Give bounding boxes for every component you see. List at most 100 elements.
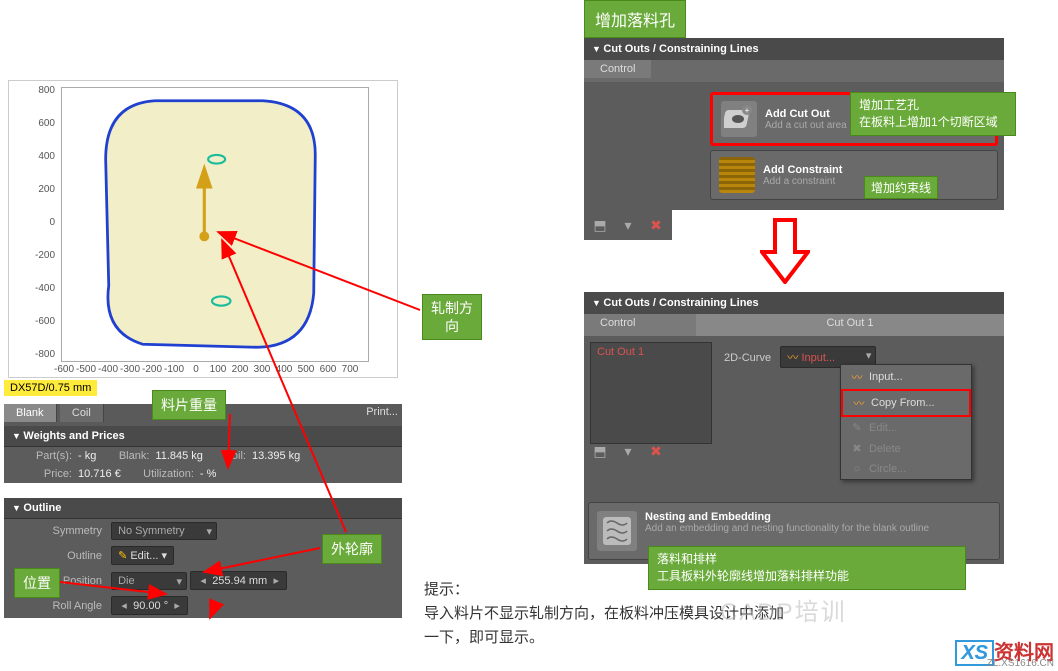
nesting-title: Nesting and Embedding	[645, 511, 771, 523]
y-tick: 600	[19, 118, 55, 129]
rollangle-value: 90.00 °	[133, 600, 168, 612]
spin-down-icon[interactable]: ◂	[118, 599, 130, 612]
callout-blank-weight: 料片重量	[152, 390, 226, 420]
nesting-icon	[597, 511, 637, 551]
outline-header[interactable]: Outline	[4, 498, 402, 519]
symmetry-label: Symmetry	[12, 525, 102, 537]
y-tick: 800	[19, 85, 55, 96]
blank-value: 11.845 kg	[155, 450, 203, 462]
coil-value: 13.395 kg	[252, 450, 300, 462]
position-combo[interactable]: Die	[111, 572, 187, 590]
callout-title: 落料和排样	[657, 552, 717, 566]
dropdown-icon[interactable]: ▾	[616, 214, 640, 236]
util-value: - %	[200, 468, 217, 480]
add-constraint-subtitle: Add a constraint	[763, 176, 842, 187]
pencil-icon: ✎	[849, 421, 865, 434]
curve-icon: 〰	[851, 395, 867, 411]
tab-cutout1[interactable]: Cut Out 1	[696, 314, 1004, 336]
x-tick: 700	[335, 364, 365, 375]
symmetry-combo[interactable]: No Symmetry	[111, 522, 217, 540]
outline-label: Outline	[12, 550, 102, 562]
toggle-icon[interactable]: ⬒	[588, 440, 612, 462]
print-button[interactable]: Print...	[366, 406, 398, 418]
weights-prices-header[interactable]: Weights and Prices	[4, 426, 402, 447]
hint-line: 提示：	[424, 581, 469, 598]
weights-prices-panel: Weights and Prices Part(s): - kg Blank: 11…	[4, 426, 402, 483]
menu-circle: ○ Circle...	[841, 459, 971, 479]
cutouts-header-2[interactable]: Cut Outs / Constraining Lines	[584, 292, 1004, 314]
add-cutout-icon: +	[721, 101, 757, 137]
y-tick: -400	[19, 283, 55, 294]
blank-label: Blank:	[99, 450, 149, 462]
y-tick: 200	[19, 184, 55, 195]
tab-control-2[interactable]: Control	[584, 314, 696, 336]
nesting-subtitle: Add an embedding and nesting functionali…	[645, 523, 929, 534]
callout-add-blanking-hole: 增加落料孔	[584, 0, 686, 38]
menu-input[interactable]: 〰 Input...	[841, 365, 971, 389]
price-value: 10.716 €	[78, 468, 121, 480]
2dcurve-label: 2D-Curve	[724, 352, 771, 364]
callout-add-process-hole: 增加工艺孔 在板料上增加1个切断区域	[850, 92, 1016, 136]
outline-edit-text: Edit...	[130, 550, 158, 562]
outline-edit-button[interactable]: ✎ Edit... ▾	[111, 546, 174, 565]
position-spinbox[interactable]: ◂ 255.94 mm ▸	[190, 571, 287, 590]
price-label: Price:	[12, 468, 72, 480]
menu-text: Circle...	[869, 463, 906, 475]
cutout-list[interactable]: Cut Out 1	[590, 342, 712, 444]
tab-blank[interactable]: Blank	[4, 404, 57, 422]
y-tick: -800	[19, 349, 55, 360]
svg-text:+: +	[745, 106, 750, 115]
menu-text: Copy From...	[871, 397, 935, 409]
mini-toolbar-2: ⬒ ▾ ✖	[584, 438, 672, 464]
spin-up-icon[interactable]: ▸	[270, 574, 282, 587]
position-value: 255.94 mm	[212, 575, 267, 587]
add-constraint-button[interactable]: Add ConstraintAdd a constraint	[710, 150, 998, 200]
2dcurve-value: Input...	[801, 352, 835, 364]
pencil-icon: ✎	[118, 550, 127, 562]
spin-down-icon[interactable]: ◂	[197, 574, 209, 587]
menu-text: Delete	[869, 443, 901, 455]
y-tick: -200	[19, 250, 55, 261]
flow-arrow-icon	[760, 218, 810, 284]
menu-copy-from[interactable]: 〰 Copy From...	[841, 389, 971, 417]
menu-text: Edit...	[869, 422, 897, 434]
outline-svg	[67, 93, 357, 355]
parts-value: - kg	[78, 450, 96, 462]
hint-line: 一下，即可显示。	[424, 629, 544, 646]
material-tag: DX57D/0.75 mm	[4, 380, 97, 396]
menu-text: Input...	[869, 371, 903, 383]
tab-coil[interactable]: Coil	[60, 404, 104, 422]
add-constraint-title: Add Constraint	[763, 164, 842, 176]
coil-label: Coil:	[206, 450, 246, 462]
add-cutout-title: Add Cut Out	[765, 108, 830, 120]
watermark: CADP培训	[720, 592, 847, 627]
rollangle-spinbox[interactable]: ◂ 90.00 ° ▸	[111, 596, 188, 615]
callout-sub: 在板料上增加1个切断区域	[859, 115, 998, 129]
circle-icon: ○	[849, 463, 865, 475]
curve-icon: 〰	[787, 352, 798, 364]
y-tick: 0	[19, 217, 55, 228]
y-tick: -600	[19, 316, 55, 327]
delete-icon[interactable]: ✖	[644, 440, 668, 462]
curve-icon: 〰	[849, 369, 865, 385]
tab-control[interactable]: Control	[584, 60, 651, 78]
parts-label: Part(s):	[12, 450, 72, 462]
y-tick: 400	[19, 151, 55, 162]
cutouts-header-1[interactable]: Cut Outs / Constraining Lines	[584, 38, 1004, 60]
callout-add-constraint: 增加约束线	[864, 176, 938, 199]
toggle-icon[interactable]: ⬒	[588, 214, 612, 236]
callout-title: 增加工艺孔	[859, 98, 919, 112]
site-url: ZL.XS1616.CN	[987, 658, 1054, 669]
cutouts-panel-2: Cut Outs / Constraining Lines Control Cu…	[584, 292, 1004, 564]
delete-icon[interactable]: ✖	[644, 214, 668, 236]
callout-position: 位置	[14, 568, 60, 598]
list-item[interactable]: Cut Out 1	[591, 343, 711, 361]
rollangle-label: Roll Angle	[12, 600, 102, 612]
left-panel: 800 600 400 200 0 -200 -400 -600 -800 -6…	[4, 80, 406, 378]
spin-up-icon[interactable]: ▸	[171, 599, 183, 612]
util-label: Utilization:	[124, 468, 194, 480]
callout-roll-direction: 轧制方向	[422, 294, 482, 340]
dropdown-icon[interactable]: ▾	[616, 440, 640, 462]
curve-dropdown: 〰Input... 〰Copy From... ✎Edit... ✖Delete…	[840, 364, 972, 480]
menu-edit: ✎ Edit...	[841, 417, 971, 438]
